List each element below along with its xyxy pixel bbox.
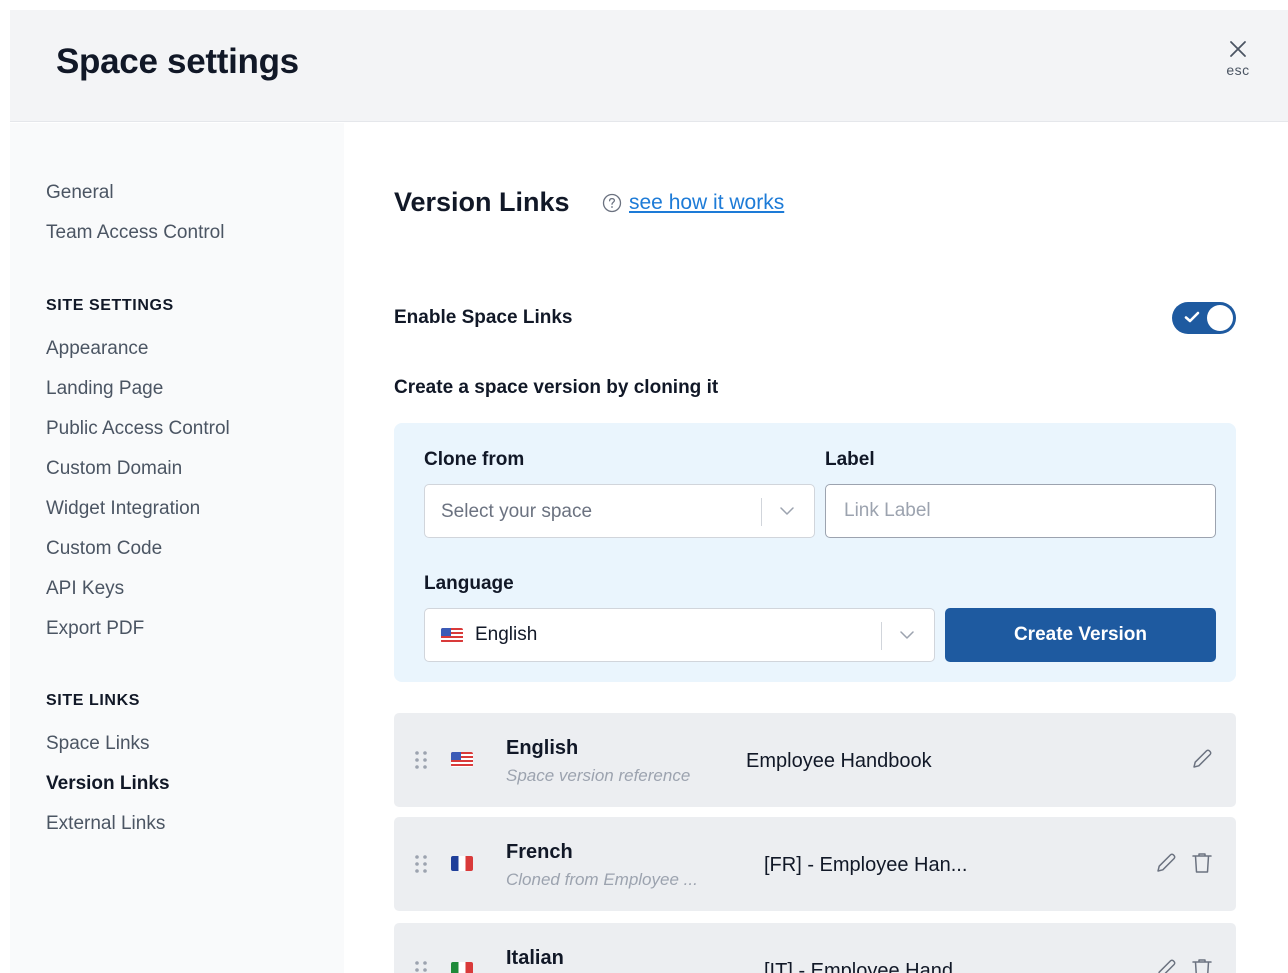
pencil-icon[interactable] [1154,957,1178,973]
sidebar-section-site-settings: SITE SETTINGS [46,297,174,314]
chevron-down-icon [780,507,794,515]
sidebar-item-external-links[interactable]: External Links [46,813,165,835]
us-flag-icon [451,752,473,767]
close-hint: esc [1226,62,1250,78]
pencil-icon[interactable] [1190,747,1214,771]
sidebar-item-widget-integration[interactable]: Widget Integration [46,498,200,520]
clone-from-select[interactable]: Select your space [424,484,815,538]
sidebar-item-general[interactable]: General [46,182,114,204]
sidebar-item-space-links[interactable]: Space Links [46,733,150,755]
version-label: [FR] - Employee Han... [764,854,968,876]
see-how-it-works-link[interactable]: see how it works [629,191,784,215]
create-version-button[interactable]: Create Version [945,608,1216,662]
close-button[interactable]: esc [1218,40,1258,90]
drag-handle-icon[interactable] [414,960,428,973]
it-flag-icon [451,962,473,973]
version-label: [IT] - Employee Hand... [764,960,970,973]
clone-from-value: Select your space [441,501,593,522]
chevron-down-icon [900,631,914,639]
create-version-form: Clone from Label Select your space Langu… [394,423,1236,682]
sidebar-section-site-links: SITE LINKS [46,692,141,709]
sidebar-item-appearance[interactable]: Appearance [46,338,148,360]
sidebar-item-custom-domain[interactable]: Custom Domain [46,458,182,480]
version-label: Employee Handbook [746,750,932,772]
version-language: French [506,841,573,863]
sidebar-item-custom-code[interactable]: Custom Code [46,538,162,560]
language-select-value-group: English [441,624,537,646]
us-flag-icon [441,627,463,643]
version-subtitle: Cloned from Employee ... [506,870,698,889]
enable-space-links-toggle[interactable] [1172,302,1236,334]
check-icon [1184,311,1200,323]
toggle-knob [1207,305,1233,331]
sidebar-item-public-access-control[interactable]: Public Access Control [46,418,230,440]
language-value: English [475,624,538,645]
select-separator [881,622,882,650]
help-circle-icon [602,193,622,213]
help-link-group: see how it works [602,191,784,215]
trash-icon[interactable] [1191,851,1213,875]
version-subtitle: Space version reference [506,766,691,785]
version-row-italian: Italian [IT] - Employee Hand... [394,923,1236,973]
language-select[interactable]: English [424,608,935,662]
drag-handle-icon[interactable] [414,854,428,874]
section-title: Version Links [394,187,570,217]
sidebar-item-version-links[interactable]: Version Links [46,773,170,795]
label-field-label: Label [825,449,875,470]
version-row-french: French Cloned from Employee ... [FR] - E… [394,817,1236,911]
modal-header: Space settings esc [10,10,1288,122]
link-label-input[interactable] [825,484,1216,538]
enable-space-links-label: Enable Space Links [394,307,573,328]
fr-flag-icon [451,856,473,871]
close-icon [1230,41,1246,57]
main-content: Version Links see how it works Enable Sp… [344,123,1288,973]
version-row-english: English Space version reference Employee… [394,713,1236,807]
space-settings-modal: Space settings esc General Team Access C… [10,10,1288,973]
sidebar-item-team-access-control[interactable]: Team Access Control [46,222,224,244]
page-title: Space settings [56,42,299,81]
sidebar-item-export-pdf[interactable]: Export PDF [46,618,144,640]
sidebar-item-api-keys[interactable]: API Keys [46,578,124,600]
version-language: English [506,737,579,759]
trash-icon[interactable] [1191,957,1213,973]
language-label: Language [424,573,514,594]
version-language: Italian [506,947,564,969]
sidebar-item-landing-page[interactable]: Landing Page [46,378,163,400]
drag-handle-icon[interactable] [414,750,428,770]
select-separator [761,498,762,526]
sidebar: General Team Access Control SITE SETTING… [10,123,344,973]
create-version-heading: Create a space version by cloning it [394,377,719,398]
pencil-icon[interactable] [1154,851,1178,875]
clone-from-label: Clone from [424,449,525,470]
